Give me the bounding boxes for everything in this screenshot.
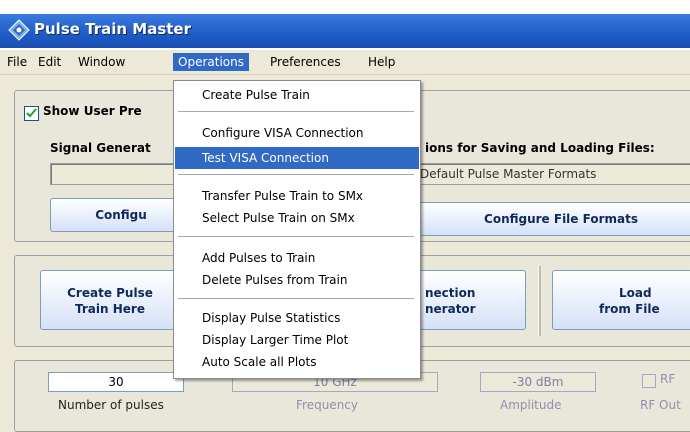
menu-help[interactable]: Help bbox=[363, 53, 400, 71]
app-icon bbox=[8, 19, 30, 41]
num-pulses-label: Number of pulses bbox=[58, 398, 164, 412]
menu-preferences[interactable]: Preferences bbox=[265, 53, 346, 71]
create-pulse-train-button[interactable]: Create Pulse Train Here bbox=[40, 270, 180, 330]
amplitude-input[interactable]: -30 dBm bbox=[480, 372, 596, 392]
menu-item-display-time-plot[interactable]: Display Larger Time Plot bbox=[175, 329, 419, 351]
menu-item-delete-pulses[interactable]: Delete Pulses from Train bbox=[175, 269, 419, 291]
menu-separator bbox=[178, 298, 414, 299]
separator bbox=[538, 266, 541, 336]
menu-item-test-visa[interactable]: Test VISA Connection bbox=[175, 147, 419, 169]
frequency-label: Frequency bbox=[296, 398, 358, 412]
file-options-label: ions for Saving and Loading Files: bbox=[425, 141, 655, 155]
menu-item-configure-visa[interactable]: Configure VISA Connection bbox=[175, 122, 419, 144]
num-pulses-input[interactable]: 30 bbox=[48, 372, 184, 392]
title-bar: Pulse Train Master bbox=[0, 0, 690, 50]
connection-generator-button[interactable]: nection nerator bbox=[408, 270, 526, 330]
create-pulse-train-line2: Train Here bbox=[75, 302, 145, 316]
menu-window[interactable]: Window bbox=[73, 53, 130, 71]
menu-item-select-pulse-train[interactable]: Select Pulse Train on SMx bbox=[175, 207, 419, 229]
signal-generator-field bbox=[50, 163, 192, 185]
menu-item-transfer-pulse-train[interactable]: Transfer Pulse Train to SMx bbox=[175, 185, 419, 207]
menu-separator bbox=[178, 174, 414, 175]
show-user-prefs-checkbox[interactable] bbox=[24, 106, 39, 121]
menu-item-add-pulses[interactable]: Add Pulses to Train bbox=[175, 247, 419, 269]
rf-checkbox[interactable] bbox=[642, 374, 656, 388]
load-label-line2: from File bbox=[599, 302, 660, 316]
menu-bar: File Edit Window Operations Preferences … bbox=[0, 50, 690, 75]
create-pulse-train-line1: Create Pulse bbox=[67, 286, 153, 300]
menu-operations[interactable]: Operations bbox=[173, 53, 249, 71]
amplitude-label: Amplitude bbox=[500, 398, 562, 412]
connection-label-line1: nection bbox=[425, 286, 476, 300]
file-format-value: Default Pulse Master Formats bbox=[420, 167, 597, 181]
show-user-prefs-label: Show User Pre bbox=[43, 104, 142, 118]
menu-edit[interactable]: Edit bbox=[33, 53, 66, 71]
menu-item-display-statistics[interactable]: Display Pulse Statistics bbox=[175, 307, 419, 329]
rf-out-label: RF Out bbox=[640, 398, 681, 412]
load-from-file-button[interactable]: Load from File bbox=[552, 270, 690, 330]
rf-label: RF bbox=[660, 372, 676, 386]
configure-signal-generator-button[interactable]: Configu bbox=[50, 198, 192, 232]
signal-generator-label: Signal Generat bbox=[50, 141, 151, 155]
menu-separator bbox=[178, 111, 414, 112]
window-title: Pulse Train Master bbox=[34, 20, 192, 38]
checkmark-icon bbox=[26, 108, 37, 118]
menu-file[interactable]: File bbox=[2, 53, 32, 71]
operations-menu: Create Pulse Train Configure VISA Connec… bbox=[173, 80, 421, 379]
connection-label-line2: nerator bbox=[425, 302, 476, 316]
menu-separator bbox=[178, 236, 414, 237]
configure-file-formats-button[interactable]: Configure File Formats bbox=[410, 202, 690, 236]
menu-item-auto-scale[interactable]: Auto Scale all Plots bbox=[175, 351, 419, 373]
load-label-line1: Load bbox=[619, 286, 652, 300]
menu-item-create-pulse-train[interactable]: Create Pulse Train bbox=[175, 84, 419, 106]
